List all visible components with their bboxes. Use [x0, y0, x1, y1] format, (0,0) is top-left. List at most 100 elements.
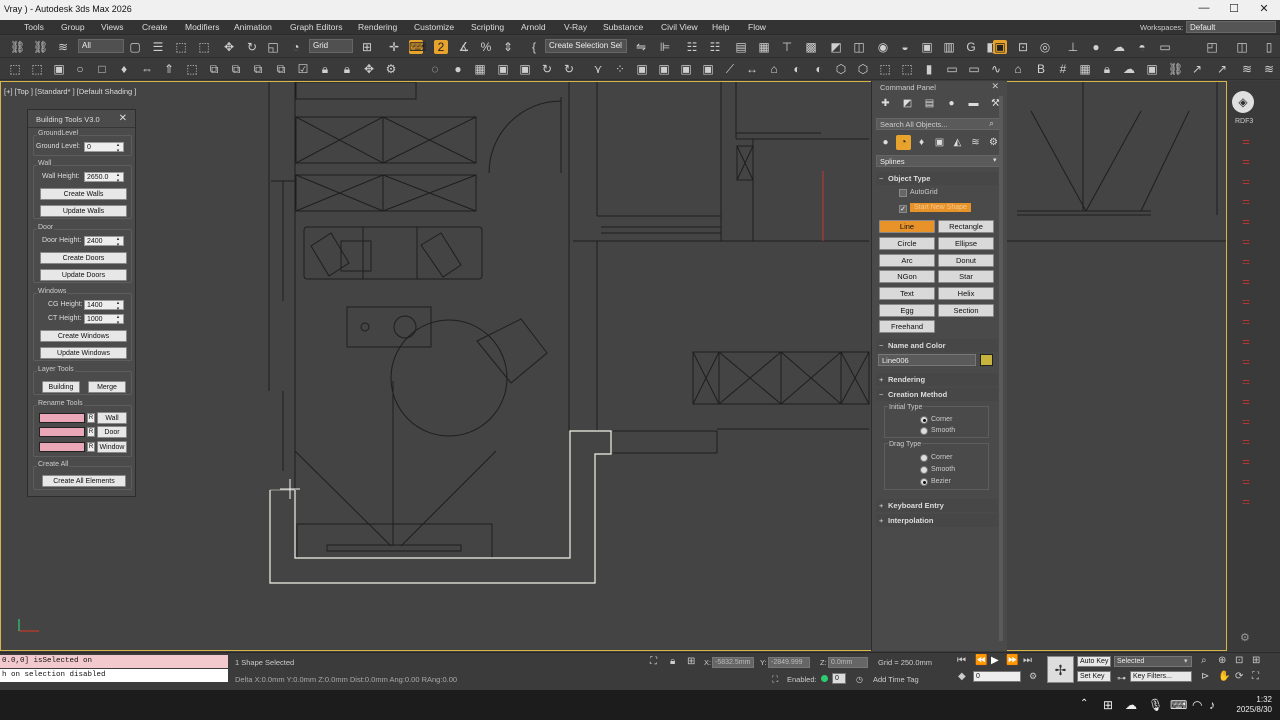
helix-button[interactable]: Helix	[938, 287, 994, 300]
tool-check-icon[interactable]: ☑	[296, 62, 310, 76]
settings-gear-icon[interactable]: ⚙	[1240, 631, 1250, 644]
drag-bezier-radio[interactable]	[920, 478, 928, 486]
create-tab-icon[interactable]: ✚	[878, 96, 893, 111]
tool-sq4-icon[interactable]: ▣	[701, 62, 715, 76]
tool-icon-19[interactable]: ⚎	[1238, 496, 1254, 508]
tool-dots-icon[interactable]: ⁘	[613, 62, 627, 76]
tool-icon-16[interactable]: ⚎	[1238, 436, 1254, 448]
minimize-button[interactable]: —	[1194, 2, 1214, 14]
tool-icon-3[interactable]: ⚍	[1238, 176, 1254, 188]
go-to-end-icon[interactable]: ⏭	[1023, 655, 1032, 666]
tool-layers2-icon[interactable]: ≋	[1262, 62, 1276, 76]
ngon-button[interactable]: NGon	[879, 270, 935, 283]
edit-named-selection-icon[interactable]: {	[527, 40, 541, 54]
close-icon[interactable]: ✕	[119, 113, 127, 124]
text-button[interactable]: Text	[879, 287, 935, 300]
curve-editor-icon[interactable]: ▦	[757, 40, 771, 54]
pivot-center-icon[interactable]: ⊞	[360, 40, 374, 54]
tool-copy2-icon[interactable]: ⧉	[229, 62, 243, 76]
close-icon[interactable]: ✕	[991, 81, 999, 92]
tool-gear-icon[interactable]: ⚙	[384, 62, 398, 76]
tool-pill-icon[interactable]: ▭	[945, 62, 959, 76]
tool-icon-13[interactable]: ⚎	[1238, 376, 1254, 388]
tool-move-icon[interactable]: ✥	[362, 62, 376, 76]
move-icon[interactable]: ✥	[222, 40, 236, 54]
tool-moon2-icon[interactable]: ◐	[812, 62, 826, 76]
keyboard-entry-rollout[interactable]: Keyboard Entry	[876, 499, 998, 512]
link-icon[interactable]: ⛓	[10, 40, 25, 54]
menu-substance[interactable]: Substance	[603, 22, 643, 32]
angle-snap-icon[interactable]: ∡	[457, 40, 471, 54]
maxscript-listener-line[interactable]: h on selection disabled	[0, 669, 228, 682]
top-viewport[interactable]: [+] [Top ] [Standard* ] [Default Shading…	[0, 81, 1227, 651]
tool-bar-icon[interactable]: ▮	[922, 62, 936, 76]
menu-group[interactable]: Group	[61, 22, 85, 32]
viewport-label[interactable]: [+] [Top ] [Standard* ] [Default Shading…	[4, 87, 136, 96]
tool-bucket-icon[interactable]: ♦	[117, 62, 131, 76]
update-doors-button[interactable]: Update Doors	[40, 269, 127, 281]
wall-rename-input[interactable]	[39, 413, 85, 423]
tool-home-icon[interactable]: ⌂	[1011, 62, 1025, 76]
selection-filter-dropdown[interactable]: All	[78, 39, 124, 53]
zoom-extents-all-icon[interactable]: ⊞	[1252, 655, 1260, 666]
keyboard-icon[interactable]: ⌨	[1170, 698, 1187, 712]
cg-height-spinner[interactable]: 1400	[84, 300, 124, 312]
tool-arrow-icon[interactable]: ↔	[745, 62, 759, 76]
tool-icon-9[interactable]: ⚍	[1238, 296, 1254, 308]
tool-grid-icon[interactable]: ▦	[473, 62, 487, 76]
rename-wall-button[interactable]: Wall	[97, 412, 127, 424]
tool-window-icon[interactable]: ▣	[1145, 62, 1159, 76]
tool-frame-icon[interactable]: ⬚	[8, 62, 22, 76]
tool-icon-2[interactable]: ⚌	[1238, 156, 1254, 168]
tool-crop-icon[interactable]: ⬚	[30, 62, 44, 76]
place-icon[interactable]: ◔	[289, 40, 303, 54]
key-filters-button[interactable]: Key Filters...	[1130, 671, 1192, 682]
autogrid-checkbox[interactable]	[899, 189, 907, 197]
rename-window-button[interactable]: Window	[97, 441, 127, 453]
vray-toolbar-icon[interactable]: G	[964, 40, 978, 54]
snaps-toggle-icon[interactable]: 2	[434, 40, 448, 54]
tool-icon-11[interactable]: ⚌	[1238, 336, 1254, 348]
menu-vray[interactable]: V-Ray	[564, 22, 587, 32]
arc-button[interactable]: Arc	[879, 254, 935, 267]
close-button[interactable]: ✕	[1254, 2, 1274, 15]
tool-refresh-icon[interactable]: ↻	[540, 62, 554, 76]
search-objects-input[interactable]: Search All Objects...	[876, 118, 1002, 130]
tool-up-icon[interactable]: ⇑	[162, 62, 176, 76]
z-coord-field[interactable]: 0.0mm	[828, 657, 868, 668]
vray-render-icon[interactable]: ▥	[942, 40, 956, 54]
menu-civil-view[interactable]: Civil View	[661, 22, 698, 32]
lock-selection-icon[interactable]: 🔒︎	[670, 656, 675, 667]
align-icon[interactable]: ⊫	[658, 40, 672, 54]
tool-hash-icon[interactable]: #	[1056, 62, 1070, 76]
vray-asset-icon[interactable]: ⊡	[1016, 40, 1030, 54]
cameras-icon[interactable]: ▣	[932, 135, 947, 150]
object-type-rollout[interactable]: Object Type	[876, 172, 998, 185]
ground-level-spinner[interactable]: 0	[84, 142, 124, 154]
pan-icon[interactable]: ✋	[1218, 671, 1230, 682]
wifi-icon[interactable]: ◠	[1192, 698, 1202, 712]
tool-link-icon[interactable]: ⛓	[1168, 62, 1183, 76]
key-mode-icon[interactable]: ◆	[958, 671, 966, 682]
tool-lock2-icon[interactable]: 🔒︎	[340, 62, 354, 76]
tool-icon-12[interactable]: ⚍	[1238, 356, 1254, 368]
vray-lister-icon[interactable]: ◎	[1038, 40, 1052, 54]
time-config-icon[interactable]: ⚙	[1029, 671, 1037, 682]
egg-button[interactable]: Egg	[879, 304, 935, 317]
tool-icon-17[interactable]: ⚌	[1238, 456, 1254, 468]
vray-frame-buffer-icon[interactable]: ▣	[920, 40, 934, 54]
current-frame-field[interactable]: 0	[973, 671, 1021, 682]
key-filter-icon[interactable]: ⊶	[1117, 673, 1126, 684]
window-rename-input[interactable]	[39, 442, 85, 452]
material-editor-icon[interactable]: ▩	[804, 40, 818, 54]
vray-dome-icon[interactable]: ◓	[1135, 40, 1149, 54]
menu-arnold[interactable]: Arnold	[521, 22, 546, 32]
enabled-indicator[interactable]	[821, 675, 828, 682]
auto-key-button[interactable]: Auto Key	[1077, 656, 1111, 667]
render-iterative-icon[interactable]: ◒	[898, 40, 912, 54]
keyboard-shortcut-override-icon[interactable]: ⌨	[409, 40, 426, 54]
next-frame-icon[interactable]: ⏩	[1006, 655, 1018, 666]
vray-sphere-icon[interactable]: ●	[1089, 40, 1103, 54]
door-rename-check[interactable]: R	[87, 427, 95, 437]
add-time-tag[interactable]: Add Time Tag	[873, 675, 919, 684]
